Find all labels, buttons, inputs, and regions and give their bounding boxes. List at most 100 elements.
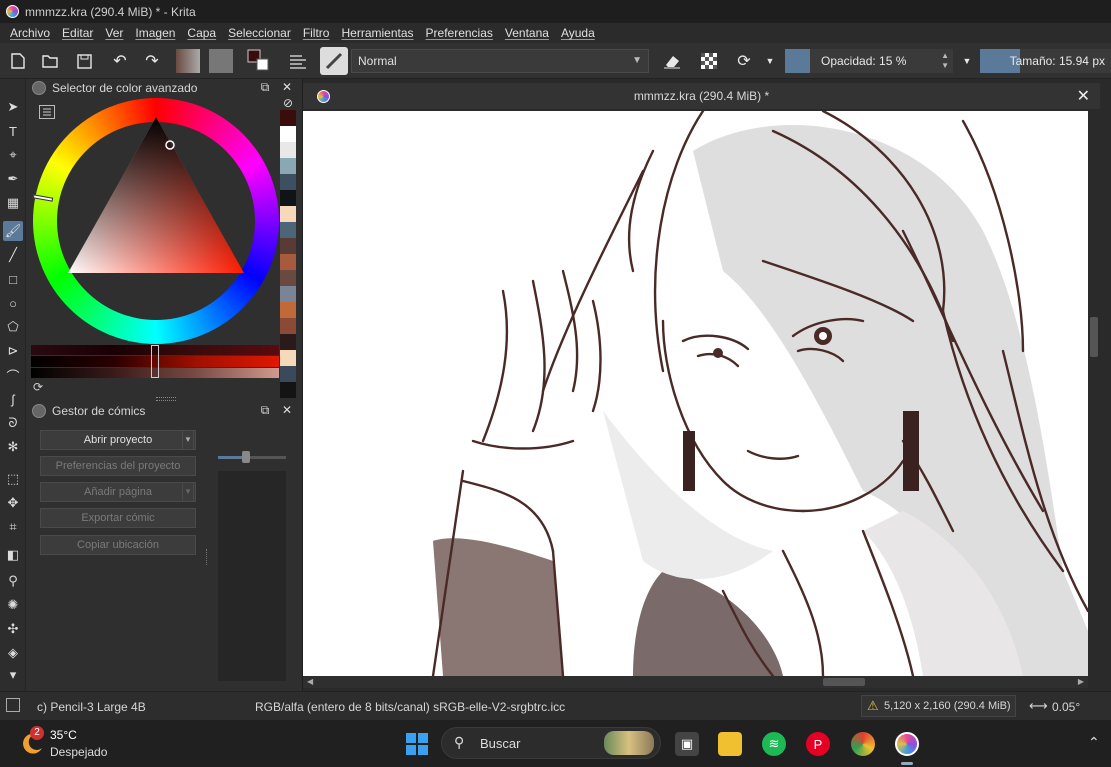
- menu-herramientas[interactable]: Herramientas: [335, 26, 419, 40]
- hue-ring-handle[interactable]: [32, 194, 54, 202]
- color-swatch[interactable]: [280, 366, 296, 382]
- color-swatch[interactable]: [280, 222, 296, 238]
- docker-splitter[interactable]: [156, 397, 176, 401]
- spotify-icon[interactable]: ≋: [762, 732, 786, 756]
- dynamic-brush-icon[interactable]: ᘐ: [3, 413, 23, 433]
- close-docker-icon[interactable]: ✕: [280, 403, 294, 417]
- undo-icon[interactable]: ↶: [108, 49, 132, 73]
- rotation-value[interactable]: 0.05°: [1052, 700, 1080, 714]
- menu-archivo[interactable]: Archivo: [4, 26, 56, 40]
- close-docker-icon[interactable]: ✕: [280, 80, 294, 94]
- rectangle-tool-icon[interactable]: □: [3, 269, 23, 289]
- color-swatch[interactable]: [280, 334, 296, 350]
- opacity-slider[interactable]: Opacidad: 15 % ▲ ▼: [785, 49, 953, 73]
- freehand-brush-icon[interactable]: 🖌: [3, 221, 23, 241]
- horizontal-scrollbar[interactable]: ◀ ▶: [303, 676, 1088, 688]
- alpha-lock-icon[interactable]: [697, 49, 721, 73]
- color-swatch[interactable]: [280, 174, 296, 190]
- menu-seleccionar[interactable]: Seleccionar: [222, 26, 297, 40]
- size-slider[interactable]: Tamaño: 15.94 px: [980, 49, 1111, 73]
- color-swatch[interactable]: [280, 158, 296, 174]
- select-shapes-icon[interactable]: ➤: [3, 97, 23, 117]
- color-swatch[interactable]: [280, 142, 296, 158]
- float-docker-icon[interactable]: ⧉: [258, 80, 272, 94]
- saturation-value-triangle[interactable]: [66, 115, 246, 275]
- reload-preset-icon[interactable]: ⟳: [732, 49, 756, 73]
- menu-ayuda[interactable]: Ayuda: [555, 26, 601, 40]
- task-view-icon[interactable]: ▣: [675, 732, 699, 756]
- assistant-tool-icon[interactable]: ✣: [3, 619, 23, 639]
- text-tool-icon[interactable]: T: [3, 121, 23, 141]
- panel-splitter[interactable]: [206, 549, 208, 565]
- zoom-slider-track[interactable]: [218, 451, 286, 463]
- pattern-preset-icon[interactable]: [209, 49, 233, 73]
- toolbox-scroll-icon[interactable]: ▾: [3, 665, 23, 685]
- color-settings-icon[interactable]: [39, 105, 55, 119]
- fg-bg-color-icon[interactable]: [246, 49, 270, 73]
- chevron-down-icon[interactable]: ▼: [182, 430, 194, 450]
- color-swatch[interactable]: [280, 190, 296, 206]
- no-color-icon[interactable]: ⊘: [283, 96, 297, 110]
- color-swatch[interactable]: [280, 206, 296, 222]
- weather-widget[interactable]: 2: [18, 726, 44, 756]
- close-document-icon[interactable]: ✕: [1077, 86, 1090, 106]
- color-swatch[interactable]: [280, 270, 296, 286]
- reference-images-icon[interactable]: ▦: [3, 193, 23, 213]
- color-swatch[interactable]: [280, 110, 296, 126]
- menu-capa[interactable]: Capa: [181, 26, 222, 40]
- menu-ventana[interactable]: Ventana: [499, 26, 555, 40]
- gradient-preset-icon[interactable]: [176, 49, 200, 73]
- open-document-icon[interactable]: [38, 49, 62, 73]
- brush-preset-icon[interactable]: [320, 47, 348, 75]
- color-swatch[interactable]: [280, 302, 296, 318]
- open-project-button[interactable]: Abrir proyecto: [40, 430, 196, 450]
- save-icon[interactable]: [72, 49, 96, 73]
- drawing-canvas[interactable]: [303, 111, 1088, 676]
- eraser-mode-icon[interactable]: [660, 49, 684, 73]
- horizontal-scroll-thumb[interactable]: [823, 678, 865, 686]
- bezier-tool-icon[interactable]: ⌒: [3, 365, 23, 385]
- comic-page-list[interactable]: [218, 471, 286, 681]
- document-tab[interactable]: mmmzz.kra (290.4 MiB) * ✕: [303, 83, 1100, 109]
- multibrush-icon[interactable]: ✻: [3, 437, 23, 457]
- file-explorer-icon[interactable]: [718, 732, 742, 756]
- refresh-shades-icon[interactable]: ⟳: [33, 380, 45, 394]
- menu-editar[interactable]: Editar: [56, 26, 99, 40]
- color-swatch[interactable]: [280, 286, 296, 302]
- polygon-tool-icon[interactable]: ⬠: [3, 317, 23, 337]
- color-swatch[interactable]: [280, 350, 296, 366]
- float-docker-icon[interactable]: ⧉: [258, 403, 272, 417]
- color-swatch[interactable]: [280, 238, 296, 254]
- pinterest-icon[interactable]: P: [806, 732, 830, 756]
- vertical-scroll-thumb[interactable]: [1090, 317, 1098, 357]
- color-picker-icon[interactable]: ⚲: [3, 571, 23, 591]
- color-swatch[interactable]: [280, 254, 296, 270]
- image-size-box[interactable]: ⚠ 5,120 x 2,160 (290.4 MiB): [861, 695, 1016, 717]
- blend-mode-select[interactable]: Normal ▼: [351, 49, 649, 73]
- chevron-down-icon[interactable]: ▼: [960, 49, 974, 73]
- menu-preferencias[interactable]: Preferencias: [420, 26, 499, 40]
- smart-patch-icon[interactable]: ✺: [3, 595, 23, 615]
- line-tool-icon[interactable]: ╱: [3, 245, 23, 265]
- krita-taskbar-icon[interactable]: [895, 732, 919, 756]
- freehand-path-icon[interactable]: ʃ: [3, 389, 23, 409]
- zoom-slider-handle[interactable]: [242, 451, 250, 463]
- taskbar-search[interactable]: ⚲ Buscar: [441, 727, 661, 759]
- chevron-down-icon[interactable]: ▼: [763, 49, 777, 73]
- tray-chevron-icon[interactable]: ⌃: [1088, 734, 1100, 751]
- redo-icon[interactable]: ↷: [140, 49, 164, 73]
- edit-shapes-icon[interactable]: ⌖: [3, 145, 23, 165]
- move-tool-icon[interactable]: ✥: [3, 493, 23, 513]
- gradient-tool-icon[interactable]: ◧: [3, 545, 23, 565]
- windows-start-icon[interactable]: [405, 732, 429, 756]
- crop-tool-icon[interactable]: ⌗: [3, 517, 23, 537]
- calligraphy-icon[interactable]: ✒: [3, 169, 23, 189]
- color-swatch[interactable]: [280, 126, 296, 142]
- scroll-left-icon[interactable]: ◀: [307, 677, 313, 686]
- chrome-icon[interactable]: [851, 732, 875, 756]
- polyline-tool-icon[interactable]: ⊳: [3, 341, 23, 361]
- fill-tool-icon[interactable]: ◈: [3, 643, 23, 663]
- menu-ver[interactable]: Ver: [99, 26, 129, 40]
- brush-settings-icon[interactable]: [286, 49, 310, 73]
- color-swatch[interactable]: [280, 382, 296, 398]
